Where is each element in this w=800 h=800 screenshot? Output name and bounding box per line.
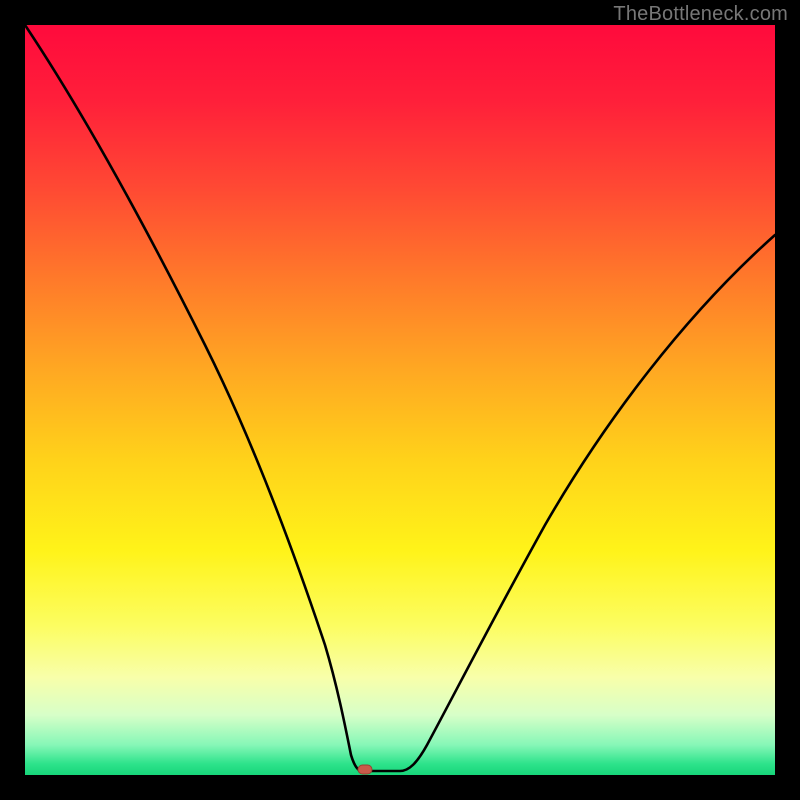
plot-area — [25, 25, 775, 775]
curve-layer — [25, 25, 775, 775]
chart-frame: TheBottleneck.com — [0, 0, 800, 800]
optimal-point-marker — [358, 765, 372, 774]
watermark-text: TheBottleneck.com — [613, 3, 788, 26]
bottleneck-curve — [25, 25, 775, 771]
